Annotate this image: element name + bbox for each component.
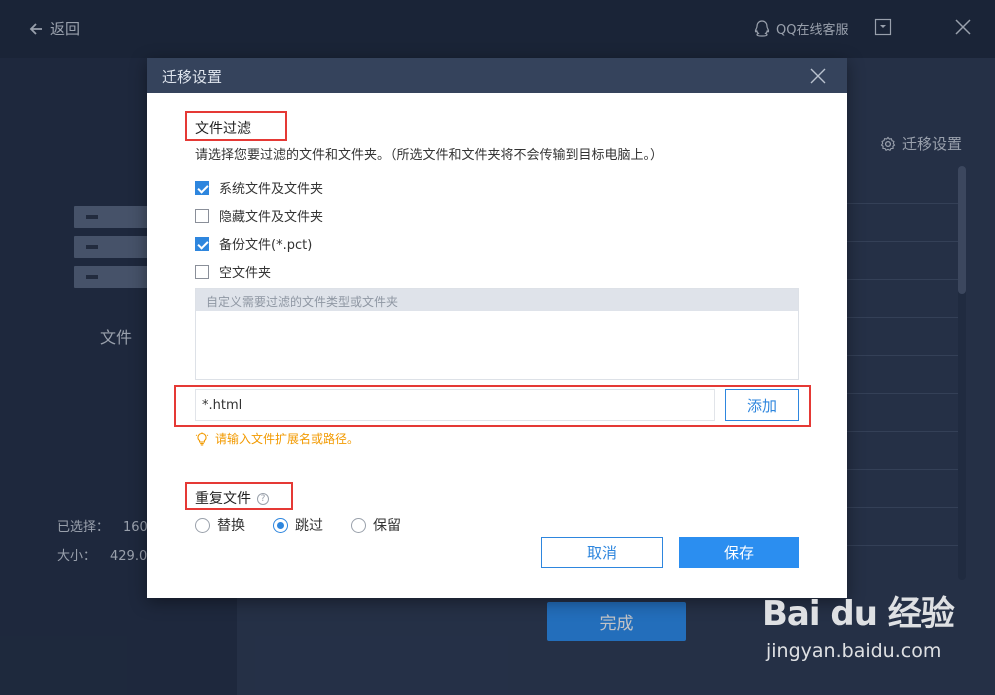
save-button[interactable]: 保存 [679, 537, 799, 568]
extension-input[interactable] [195, 389, 715, 421]
dialog-close-button[interactable] [808, 66, 828, 86]
help-icon[interactable]: ? [257, 493, 269, 505]
filter-option-system-files[interactable]: 系统文件及文件夹 [195, 178, 323, 197]
filter-option-label: 隐藏文件及文件夹 [219, 210, 324, 225]
file-filter-description: 请选择您要过滤的文件和文件夹。（所选文件和文件夹将不会传输到目标电脑上。） [195, 148, 664, 163]
filter-option-hidden-files[interactable]: 隐藏文件及文件夹 [195, 206, 323, 225]
radio-unselected[interactable] [351, 517, 366, 533]
input-hint: 请输入文件扩展名或路径。 [195, 430, 359, 447]
dialog-title: 迁移设置 [162, 68, 223, 86]
duplicate-option-label: 保留 [373, 518, 401, 534]
dialog-header: 迁移设置 [147, 58, 847, 93]
checkbox-checked[interactable] [195, 236, 209, 251]
filter-option-label: 系统文件及文件夹 [219, 182, 324, 197]
duplicate-option-keep[interactable]: 保留 [351, 515, 401, 535]
filter-option-label: 空文件夹 [219, 266, 272, 281]
filter-option-backup-files[interactable]: 备份文件(*.pct) [195, 234, 312, 253]
duplicate-option-label: 替换 [217, 518, 245, 534]
duplicate-option-label: 跳过 [295, 518, 323, 534]
custom-filter-list-header: 自定义需要过滤的文件类型或文件夹 [196, 289, 798, 311]
migration-settings-dialog: 迁移设置 文件过滤 请选择您要过滤的文件和文件夹。（所选文件和文件夹将不会传输到… [147, 58, 847, 598]
add-button[interactable]: 添加 [725, 389, 799, 421]
radio-unselected[interactable] [195, 517, 210, 533]
close-icon [810, 68, 826, 84]
watermark-logo: Bai du 经验 [762, 594, 955, 634]
checkbox-unchecked[interactable] [195, 208, 209, 223]
checkbox-unchecked[interactable] [195, 264, 209, 279]
radio-selected[interactable] [273, 517, 288, 533]
custom-filter-list[interactable]: 自定义需要过滤的文件类型或文件夹 [195, 288, 799, 380]
watermark-url: jingyan.baidu.com [766, 640, 942, 662]
lightbulb-icon [195, 431, 209, 446]
hint-text: 请输入文件扩展名或路径。 [215, 432, 360, 446]
duplicate-option-replace[interactable]: 替换 [195, 515, 245, 535]
cancel-button[interactable]: 取消 [541, 537, 663, 568]
duplicate-option-skip[interactable]: 跳过 [273, 515, 323, 535]
duplicate-files-title: 重复文件? [195, 488, 269, 508]
checkbox-checked[interactable] [195, 180, 209, 195]
file-filter-title: 文件过滤 [195, 121, 251, 137]
filter-option-label: 备份文件(*.pct) [219, 238, 313, 253]
filter-option-empty-folders[interactable]: 空文件夹 [195, 262, 271, 281]
duplicate-files-label: 重复文件 [195, 491, 251, 507]
